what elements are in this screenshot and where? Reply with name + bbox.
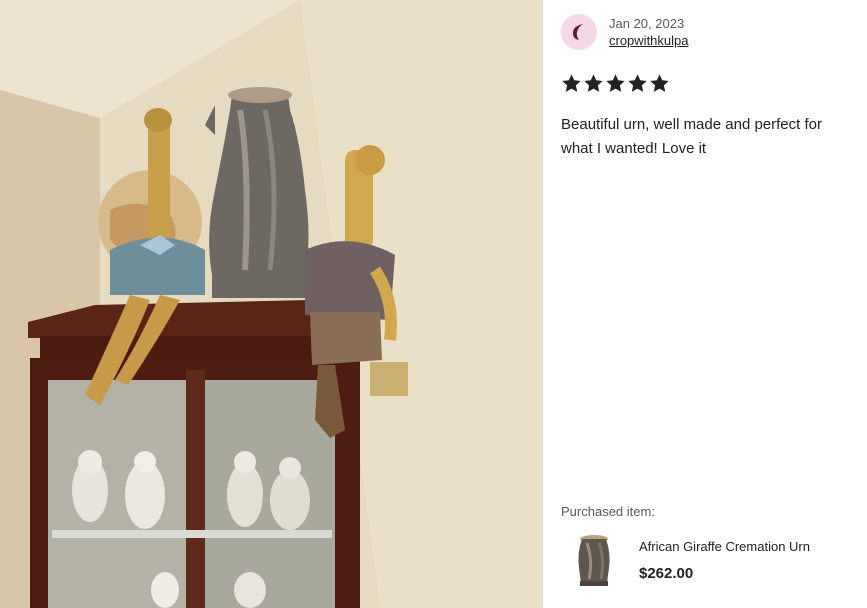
reviewer-header: Jan 20, 2023 cropwithkulpa	[561, 14, 689, 50]
star-rating	[561, 73, 670, 94]
star-icon	[584, 74, 603, 92]
purchased-item-thumbnail[interactable]	[569, 533, 619, 587]
review-date: Jan 20, 2023	[609, 16, 685, 31]
purchased-item-price: $262.00	[639, 564, 694, 582]
avatar-icon[interactable]	[561, 14, 597, 50]
star-icon	[562, 74, 581, 92]
review-text-line: what I wanted! Love it	[561, 140, 707, 157]
star-icon	[606, 74, 625, 92]
review-photo[interactable]	[0, 0, 543, 608]
review-photo-image	[0, 0, 543, 608]
review-text: Beautiful urn, well made and perfect for…	[561, 113, 867, 161]
review-panel: Jan 20, 2023 cropwithkulpa Beautiful urn…	[543, 0, 867, 608]
purchased-item-title[interactable]: African Giraffe Cremation Urn	[639, 539, 810, 555]
star-icon	[650, 74, 669, 92]
star-icon	[628, 74, 647, 92]
purchased-item-label: Purchased item:	[561, 504, 655, 519]
review-text-line: Beautiful urn, well made and perfect for	[561, 116, 822, 133]
reviewer-username[interactable]: cropwithkulpa	[609, 32, 689, 50]
purchased-item-link[interactable]: African Giraffe Cremation Urn $262.00	[569, 533, 810, 587]
